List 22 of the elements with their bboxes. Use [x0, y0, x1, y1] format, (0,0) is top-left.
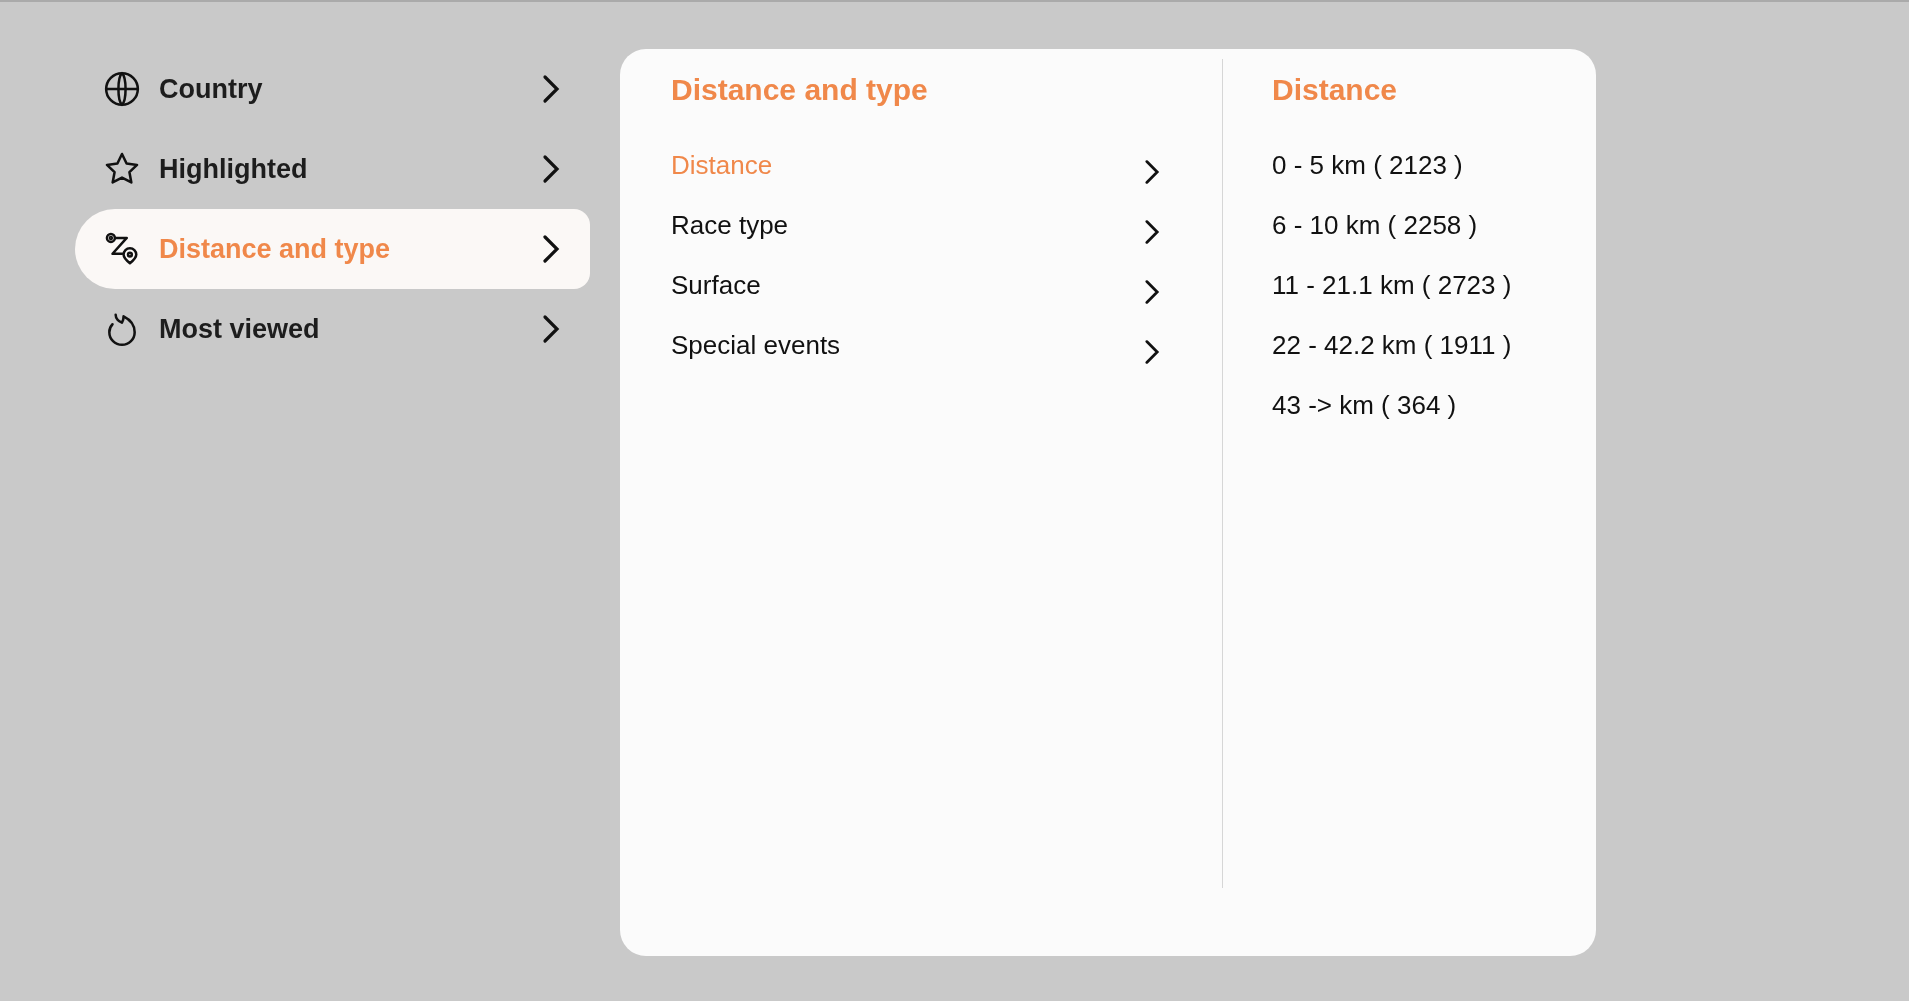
chevron-right-icon — [1144, 339, 1160, 365]
globe-icon — [103, 70, 141, 108]
chevron-right-icon — [542, 74, 560, 104]
distance-option[interactable]: 0 - 5 km ( 2123 ) — [1272, 135, 1463, 195]
chevron-right-icon — [1144, 219, 1160, 245]
chevron-right-icon — [1144, 159, 1160, 185]
sidebar-item[interactable]: Highlighted — [75, 129, 590, 209]
distance-option[interactable]: 11 - 21.1 km ( 2723 ) — [1272, 255, 1512, 315]
chevron-right-icon — [542, 154, 560, 184]
chevron-right-icon — [1144, 279, 1160, 305]
chevron-right-icon — [542, 314, 560, 344]
chevron-right-icon — [542, 234, 560, 264]
category-item[interactable]: Special events — [671, 315, 1172, 375]
distance-option[interactable]: 6 - 10 km ( 2258 ) — [1272, 195, 1478, 255]
sidebar-item[interactable]: Country — [75, 49, 590, 129]
panel-title: Distance and type — [671, 73, 929, 107]
distance-option[interactable]: 22 - 42.2 km ( 1911 ) — [1272, 315, 1512, 375]
category-item[interactable]: Surface — [671, 255, 1172, 315]
options-title: Distance — [1272, 73, 1399, 107]
sidebar-item[interactable]: Most viewed — [75, 289, 590, 369]
category-item[interactable]: Race type — [671, 195, 1172, 255]
distance-option[interactable]: 43 -> km ( 364 ) — [1272, 375, 1457, 435]
